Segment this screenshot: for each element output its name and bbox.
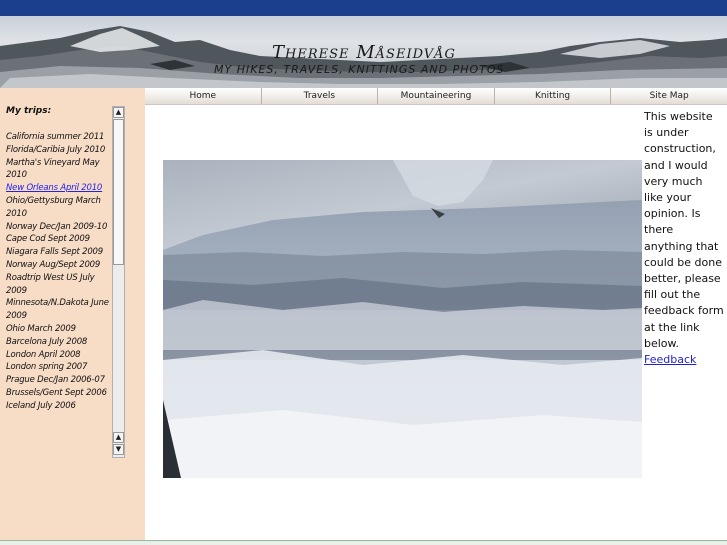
trip-link[interactable]: Prague Dec/Jan 2006-07: [6, 374, 113, 387]
trip-link[interactable]: Cape Cod Sept 2009: [6, 233, 113, 246]
aerial-photo: [163, 160, 642, 478]
trip-link[interactable]: London April 2008: [6, 349, 113, 362]
site-title: Therese Måseidvåg: [272, 42, 456, 63]
top-bar: [0, 0, 727, 16]
nav-mountaineering[interactable]: Mountaineering: [377, 88, 494, 104]
trip-link[interactable]: Martha's Vineyard May 2010: [6, 157, 113, 183]
trip-link[interactable]: Florida/Caribia July 2010: [6, 144, 113, 157]
feedback-link[interactable]: Feedback: [644, 353, 696, 366]
trip-link[interactable]: Norway Aug/Sept 2009: [6, 259, 113, 272]
header-banner: Therese Måseidvåg MY HIKES, TRAVELS, KNI…: [0, 16, 727, 88]
trip-link[interactable]: Ohio/Gettysburg March 2010: [6, 195, 113, 221]
nav-site-map[interactable]: Site Map: [610, 88, 727, 104]
trip-link[interactable]: Niagara Falls Sept 2009: [6, 246, 113, 259]
trips-list: My trips: California summer 2011 Florida…: [6, 106, 113, 451]
trip-link[interactable]: Ohio March 2009: [6, 323, 113, 336]
trip-link[interactable]: London spring 2007: [6, 361, 113, 374]
trip-link[interactable]: California summer 2011: [6, 131, 113, 144]
trip-link[interactable]: Norway Dec/Jan 2009-10: [6, 221, 113, 234]
trip-link-active[interactable]: New Orleans April 2010: [6, 182, 113, 195]
nav-knitting[interactable]: Knitting: [493, 88, 611, 104]
construction-note: This website is under construction, and …: [644, 109, 724, 368]
construction-note-text: This website is under construction, and …: [644, 110, 724, 350]
up-arrow-icon[interactable]: ▲: [113, 432, 124, 443]
trip-link[interactable]: Roadtrip West US July 2009: [6, 272, 113, 298]
up-arrow-icon[interactable]: ▲: [113, 107, 124, 118]
main-nav: Home Travels Mountaineering Knitting Sit…: [145, 88, 727, 105]
aerial-photo-image: [163, 160, 642, 478]
down-arrow-icon[interactable]: ▼: [113, 444, 124, 455]
trip-link[interactable]: Barcelona July 2008: [6, 336, 113, 349]
scrollbar-thumb[interactable]: [113, 119, 124, 265]
trip-link[interactable]: Iceland July 2006: [6, 400, 113, 413]
trips-heading: My trips:: [6, 106, 52, 116]
nav-home[interactable]: Home: [145, 88, 261, 104]
trip-link[interactable]: Minnesota/N.Dakota June 2009: [6, 297, 113, 323]
trips-scrollbar[interactable]: ▲ ▲ ▼: [112, 106, 125, 458]
footer-line: [0, 540, 727, 545]
nav-travels[interactable]: Travels: [260, 88, 378, 104]
trip-link[interactable]: Brussels/Gent Sept 2006: [6, 387, 113, 400]
site-subtitle: MY HIKES, TRAVELS, KNITTINGS AND PHOTOS: [214, 63, 505, 76]
